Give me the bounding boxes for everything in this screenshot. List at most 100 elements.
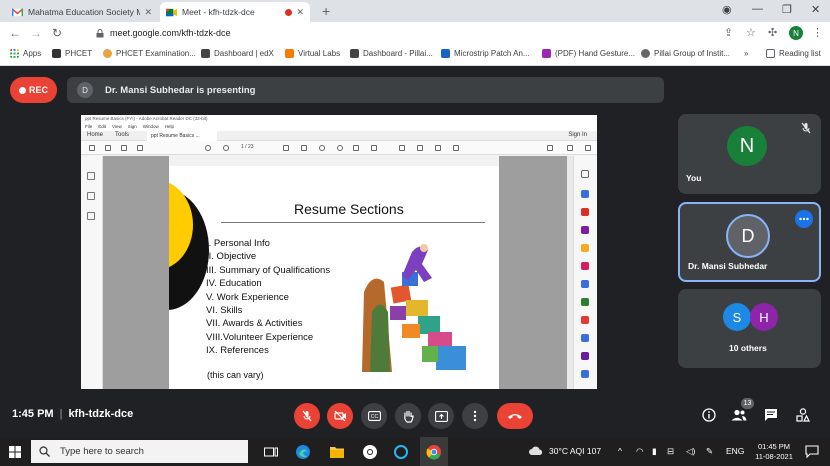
edge-icon[interactable] xyxy=(294,443,312,461)
bookmark-pillai-group[interactable]: Pillai Group of Instit... xyxy=(641,49,730,58)
chrome-open-icon[interactable] xyxy=(420,437,448,466)
chrome-icon[interactable] xyxy=(361,443,379,461)
recording-indicator-icon xyxy=(285,8,293,16)
maximize-button[interactable]: ❐ xyxy=(782,3,792,16)
acrobat-tools-pane xyxy=(573,156,597,389)
clock-date: 11-08-2021 xyxy=(755,452,793,461)
new-tab-button[interactable]: + xyxy=(322,3,330,19)
acrobat-sign-in: Sign In xyxy=(568,132,587,138)
leave-call-button[interactable] xyxy=(497,403,533,429)
mic-off-icon xyxy=(801,122,811,134)
presenting-banner: D Dr. Mansi Subhedar is presenting xyxy=(67,77,664,103)
resume-sections-list: I. Personal Info II. Objective III. Summ… xyxy=(206,238,330,359)
reading-list-icon xyxy=(766,49,775,58)
info-icon xyxy=(702,408,716,422)
captions-button[interactable]: CC xyxy=(361,403,387,429)
bookmark-microstrip[interactable]: Microstrip Patch An... xyxy=(441,49,530,58)
more-vert-icon xyxy=(473,410,477,422)
activities-button[interactable] xyxy=(795,407,811,423)
bookmark-hand-gesture[interactable]: (PDF) Hand Gesture... xyxy=(542,49,635,58)
wifi-icon[interactable]: ◠ xyxy=(636,446,643,457)
list-item: II. Objective xyxy=(206,251,257,263)
recording-button[interactable]: REC xyxy=(10,77,57,103)
bookmark-pillai-dashboard[interactable]: Dashboard - Pillai... xyxy=(350,49,433,58)
extensions-icon[interactable]: ✣ xyxy=(768,26,777,39)
activities-icon xyxy=(796,408,810,422)
system-clock[interactable]: 01:45 PM 11-08-2021 xyxy=(749,442,799,462)
participant-tile-presenter[interactable]: D Dr. Mansi Subhedar xyxy=(678,202,821,282)
more-options-button[interactable] xyxy=(795,210,813,228)
address-bar[interactable]: meet.google.com/kfh-tdzk-dce xyxy=(90,24,745,42)
globe-icon xyxy=(641,49,650,58)
close-window-button[interactable]: ✕ xyxy=(811,3,820,16)
chevron-up-icon[interactable]: ^ xyxy=(618,446,622,456)
acrobat-title-bar: ppt Resume Basics (FYI) - Adobe Acrobat … xyxy=(81,115,597,123)
acrobat-left-panel xyxy=(81,156,103,389)
participant-avatar: D xyxy=(726,214,770,258)
language-indicator[interactable]: ENG xyxy=(726,446,744,456)
mic-toggle-button[interactable] xyxy=(294,403,320,429)
pen-icon[interactable]: ✎ xyxy=(706,446,713,457)
windows-start-icon[interactable] xyxy=(9,446,21,458)
more-dots-icon xyxy=(799,217,809,221)
taskbar-search-input[interactable]: Type here to search xyxy=(31,440,248,463)
forward-arrow-icon[interactable]: → xyxy=(30,26,42,40)
bookmark-apps[interactable]: Apps xyxy=(10,49,41,58)
task-view-icon[interactable] xyxy=(262,443,280,461)
list-item: IV. Education xyxy=(206,278,262,290)
volume-icon[interactable]: ◁) xyxy=(686,446,695,457)
slide-title: Resume Sections xyxy=(294,201,404,217)
meet-icon xyxy=(166,8,177,16)
notification-icon[interactable] xyxy=(805,445,819,458)
bookmark-virtual-labs[interactable]: Virtual Labs xyxy=(285,49,340,58)
present-screen-button[interactable] xyxy=(428,403,454,429)
weather-text[interactable]: 30°C AQI 107 xyxy=(549,446,601,456)
cortana-icon[interactable] xyxy=(392,443,410,461)
svg-text:CC: CC xyxy=(370,414,378,420)
camera-toggle-button[interactable] xyxy=(327,403,353,429)
back-arrow-icon[interactable]: ← xyxy=(9,26,21,40)
people-button[interactable] xyxy=(731,407,747,423)
windows-taskbar: Type here to search 30°C AQI 107 ^ ◠ ▮ ⊟… xyxy=(0,437,830,466)
chat-button[interactable] xyxy=(763,407,779,423)
more-options-button[interactable] xyxy=(462,403,488,429)
profile-avatar[interactable]: N xyxy=(789,26,803,40)
researchgate-icon xyxy=(441,49,450,58)
bookmark-edx[interactable]: Dashboard | edX xyxy=(201,49,274,58)
menu-dots-icon[interactable]: ⋮ xyxy=(812,26,823,39)
reading-list[interactable]: Reading list xyxy=(766,49,821,58)
shared-screen: ppt Resume Basics (FYI) - Adobe Acrobat … xyxy=(81,115,597,389)
close-icon[interactable]: ✕ xyxy=(144,7,152,18)
list-item: V. Work Experience xyxy=(206,291,289,303)
battery-icon[interactable]: ▮ xyxy=(652,446,657,457)
close-icon[interactable]: ✕ xyxy=(296,7,304,18)
tab-gmail[interactable]: Mahatma Education Society Mail ✕ xyxy=(6,2,158,22)
climbing-person-illustration xyxy=(362,244,466,372)
reload-icon[interactable]: ↻ xyxy=(52,26,62,40)
minimize-button[interactable]: — xyxy=(752,3,763,15)
bookmark-phcet-exam[interactable]: PHCET Examination... xyxy=(103,49,196,58)
presenting-text: Dr. Mansi Subhedar is presenting xyxy=(105,84,256,96)
list-item: I. Personal Info xyxy=(206,238,270,249)
virtual-labs-icon xyxy=(285,49,294,58)
list-item: III. Summary of Qualifications xyxy=(206,264,331,276)
present-icon xyxy=(434,410,448,422)
meeting-info: 1:45 PM | kfh-tdzk-dce xyxy=(12,408,134,420)
tab-search-icon[interactable]: ◉ xyxy=(722,3,732,16)
edx-icon xyxy=(201,49,210,58)
bookmark-phcet[interactable]: PHCET xyxy=(52,49,92,58)
tab-meet[interactable]: Meet - kfh-tdzk-dce ✕ xyxy=(160,2,310,22)
participant-tile-others[interactable]: S H 10 others xyxy=(678,289,821,368)
bookmark-star-icon[interactable]: ☆ xyxy=(746,26,756,39)
pdf-icon xyxy=(542,49,551,58)
list-item: IX. References xyxy=(206,345,269,357)
acrobat-canvas-margin xyxy=(103,156,169,389)
meeting-details-button[interactable] xyxy=(701,407,717,423)
network-icon[interactable]: ⊟ xyxy=(667,446,674,457)
lock-icon xyxy=(96,28,104,37)
file-explorer-icon[interactable] xyxy=(328,443,346,461)
share-icon[interactable]: ⇪ xyxy=(724,26,733,39)
participant-tile-you[interactable]: N You xyxy=(678,114,821,194)
bookmarks-overflow[interactable]: » xyxy=(744,49,748,58)
raise-hand-button[interactable] xyxy=(395,403,421,429)
